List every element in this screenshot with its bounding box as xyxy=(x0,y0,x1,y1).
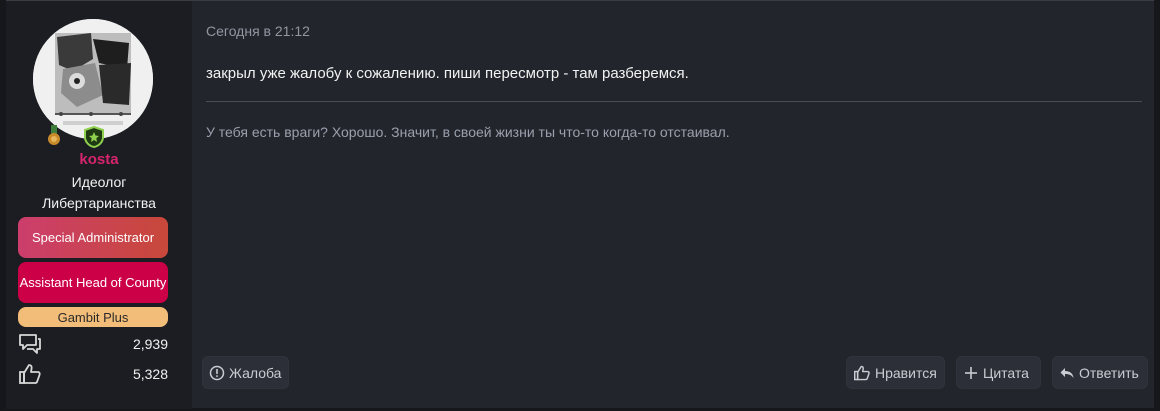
like-button[interactable]: Нравится xyxy=(846,356,945,389)
banner-assistant-head-of-county: Assistant Head of County xyxy=(18,262,168,303)
quote-button[interactable]: Цитата xyxy=(956,356,1041,389)
avatar[interactable] xyxy=(33,19,153,139)
reply-button[interactable]: Ответить xyxy=(1052,356,1148,389)
post: kosta Идеолог Либертарианства Special Ad… xyxy=(6,0,1154,409)
like-icon xyxy=(854,365,870,380)
report-button[interactable]: Жалоба xyxy=(202,356,289,389)
quote-label: Цитата xyxy=(983,364,1029,381)
avatar-image xyxy=(33,19,153,139)
post-message: закрыл уже жалобу к сожалению. пиши пере… xyxy=(206,65,689,82)
messages-count: 2,939 xyxy=(132,336,168,352)
alert-circle-icon xyxy=(209,365,225,380)
thumbs-up-icon xyxy=(19,364,41,384)
messages-icon xyxy=(19,334,41,354)
report-label: Жалоба xyxy=(229,364,282,381)
reply-label: Ответить xyxy=(1079,364,1139,381)
user-title: Идеолог Либертарианства xyxy=(42,174,156,211)
banner-special-administrator: Special Administrator xyxy=(18,217,168,258)
post-date[interactable]: Сегодня в 21:12 xyxy=(206,23,310,39)
user-signature: У тебя есть враги? Хорошо. Значит, в сво… xyxy=(206,124,730,140)
reactions-count: 5,328 xyxy=(132,366,168,382)
plus-icon xyxy=(965,366,977,379)
username[interactable]: kosta xyxy=(6,151,192,168)
user-info-panel: kosta Идеолог Либертарианства Special Ad… xyxy=(6,1,192,409)
like-label: Нравится xyxy=(875,364,937,381)
reply-arrow-icon xyxy=(1060,367,1074,378)
medal-icon xyxy=(48,125,60,145)
signature-divider xyxy=(206,101,1142,102)
banner-gambit-plus: Gambit Plus xyxy=(18,307,168,327)
reactions-stat[interactable]: 5,328 xyxy=(18,363,168,385)
messages-stat[interactable]: 2,939 xyxy=(18,333,168,355)
shield-badge-icon xyxy=(84,126,104,148)
